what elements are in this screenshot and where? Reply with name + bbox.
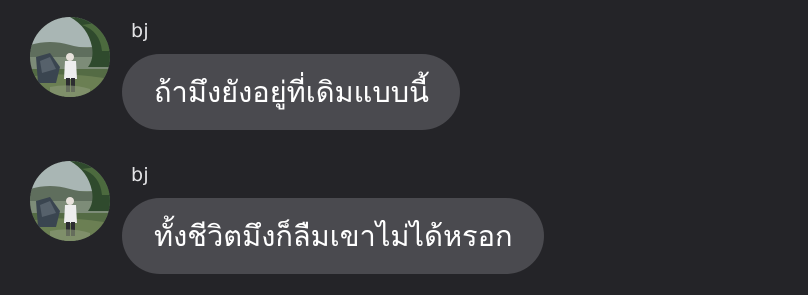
profile-photo-icon — [30, 17, 110, 97]
avatar[interactable] — [30, 161, 110, 241]
message-bubble[interactable]: ถ้ามึงยังอยู่ที่เดิมแบบนี้ — [122, 54, 460, 130]
sender-name: bj — [131, 164, 149, 186]
profile-photo-icon — [30, 161, 110, 241]
message-bubble[interactable]: ทั้งชีวิตมึงก็ลืมเขาไม่ได้หรอก — [122, 198, 544, 274]
avatar[interactable] — [30, 17, 110, 97]
sender-name: bj — [131, 20, 149, 42]
